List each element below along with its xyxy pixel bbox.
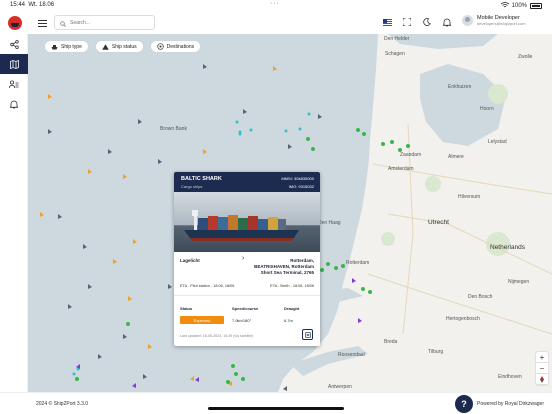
fullscreen-icon[interactable] bbox=[402, 17, 412, 27]
sidebar-item-users[interactable] bbox=[0, 74, 28, 94]
top-actions bbox=[383, 17, 452, 27]
vessel-mmsi: MMSI: 304835000 bbox=[281, 176, 314, 181]
battery-percent: 100% bbox=[511, 3, 527, 9]
dark-mode-icon[interactable] bbox=[422, 17, 432, 27]
compass-icon bbox=[540, 375, 544, 383]
vessel-card[interactable]: BALTIC SHARK Cargo ships MMSI: 304835000… bbox=[174, 172, 320, 346]
filter-destinations[interactable]: Destinations bbox=[149, 40, 202, 53]
vessel-name: BALTIC SHARK bbox=[181, 176, 222, 182]
city-label: Tilburg bbox=[428, 349, 444, 355]
filter-bar: Ship type Ship status Destinations bbox=[44, 40, 202, 53]
ship-icon bbox=[51, 44, 58, 49]
city-label: Hoorn bbox=[480, 106, 494, 112]
filter-label: Ship status bbox=[111, 43, 137, 50]
city-label: Utrecht bbox=[428, 219, 449, 226]
city-label: Enkhuizen bbox=[448, 84, 472, 90]
city-label: Netherlands bbox=[490, 244, 526, 251]
sidebar-item-alerts[interactable] bbox=[0, 94, 28, 114]
multitask-dots: ··· bbox=[270, 0, 280, 7]
app-logo[interactable] bbox=[8, 16, 22, 30]
city-label: Zwolle bbox=[518, 54, 533, 60]
us-flag-icon[interactable] bbox=[383, 18, 392, 26]
city-label: Roosendaal bbox=[338, 352, 365, 358]
vessel-card-header: BALTIC SHARK Cargo ships MMSI: 304835000… bbox=[174, 172, 320, 192]
home-indicator bbox=[208, 407, 344, 410]
last-updated: Last updated: 18-06-2024, 15:39 (via sat… bbox=[180, 334, 254, 338]
arrow-right-icon: › bbox=[242, 255, 245, 262]
city-label: Schagen bbox=[385, 51, 405, 57]
city-label: Den Haag bbox=[318, 220, 341, 226]
draught-value: 6.7m bbox=[284, 318, 293, 323]
speed-value: 7.9kn/180° bbox=[232, 318, 252, 323]
speed-label: Speed/course bbox=[232, 306, 259, 311]
map-icon bbox=[9, 59, 19, 69]
status-badge: Expected bbox=[180, 316, 224, 324]
status-right: 100% bbox=[500, 2, 542, 10]
bell-icon bbox=[10, 100, 18, 108]
destination-port: Rotterdam, BEATRIXHAVEN, Rotterdam Short… bbox=[254, 258, 314, 275]
city-label: Rotterdam bbox=[346, 260, 370, 266]
warning-icon bbox=[102, 43, 109, 50]
vessel-stats: Status Expected Speed/course 7.9kn/180° … bbox=[174, 276, 320, 324]
city-label: Den Bosch bbox=[468, 294, 493, 300]
user-list-icon bbox=[9, 79, 19, 88]
vessel-photo bbox=[174, 192, 320, 252]
target-icon bbox=[156, 43, 164, 50]
filter-ship-status[interactable]: Ship status bbox=[94, 40, 144, 53]
city-label: Hertogenbosch bbox=[446, 316, 480, 322]
menu-icon[interactable] bbox=[38, 20, 47, 29]
city-label: Zaandam bbox=[400, 152, 422, 158]
origin-port: Lagelicht bbox=[180, 258, 200, 263]
document-icon bbox=[304, 331, 311, 338]
sidebar bbox=[0, 34, 28, 392]
city-label: Eindhoven bbox=[498, 374, 522, 380]
status-label: Status bbox=[180, 306, 193, 311]
zoom-out-button[interactable]: − bbox=[536, 363, 548, 374]
city-label: Hilversum bbox=[458, 194, 481, 200]
vessel-type: Cargo ships bbox=[181, 184, 203, 189]
sidebar-item-share[interactable] bbox=[0, 34, 28, 54]
sidebar-item-map[interactable] bbox=[0, 54, 28, 74]
filter-ship-type[interactable]: Ship type bbox=[44, 40, 89, 53]
zoom-in-button[interactable]: + bbox=[536, 352, 548, 363]
city-label: Brown Bank bbox=[160, 126, 187, 132]
status-time: 15:44 Wt. 18.06 bbox=[10, 2, 55, 8]
draught-label: Draught bbox=[284, 306, 300, 311]
search-input[interactable] bbox=[70, 19, 150, 26]
user-email: developers@shipzport.com bbox=[477, 21, 526, 26]
city-label: Almere bbox=[448, 154, 464, 160]
search-box[interactable] bbox=[54, 15, 155, 30]
city-label: Breda bbox=[384, 339, 398, 345]
city-label: Lelystad bbox=[488, 139, 507, 145]
vessel-imo: IMO: 9315032 bbox=[288, 184, 314, 189]
copyright: 2024 © Ship2Port 3.3.0 bbox=[36, 401, 89, 407]
city-label: Amsterdam bbox=[388, 166, 414, 172]
powered-by: Powered by Royal Dirkzwager bbox=[477, 401, 544, 407]
search-icon bbox=[60, 14, 66, 32]
filter-label: Ship type bbox=[61, 43, 82, 50]
city-label: Den Helder bbox=[384, 36, 410, 42]
zoom-controls: + − bbox=[536, 352, 548, 385]
avatar bbox=[462, 15, 473, 26]
filter-label: Destinations bbox=[166, 43, 195, 50]
ios-status-bar: 15:44 Wt. 18.06 ··· 100% bbox=[0, 0, 552, 12]
city-label: Nijmegen bbox=[508, 279, 530, 285]
vessel-detail-button[interactable] bbox=[302, 329, 313, 340]
wifi-icon bbox=[500, 2, 509, 10]
reset-bearing-button[interactable] bbox=[536, 374, 548, 385]
top-bar: Mobile Developer developers@shipzport.co… bbox=[0, 12, 552, 34]
city-label: Antwerpen bbox=[328, 384, 352, 390]
share-nodes-icon bbox=[9, 39, 19, 49]
help-button[interactable]: ? bbox=[455, 395, 473, 413]
notifications-icon[interactable] bbox=[442, 17, 452, 27]
battery-icon bbox=[530, 3, 542, 9]
user-menu[interactable]: Mobile Developer developers@shipzport.co… bbox=[462, 15, 526, 26]
